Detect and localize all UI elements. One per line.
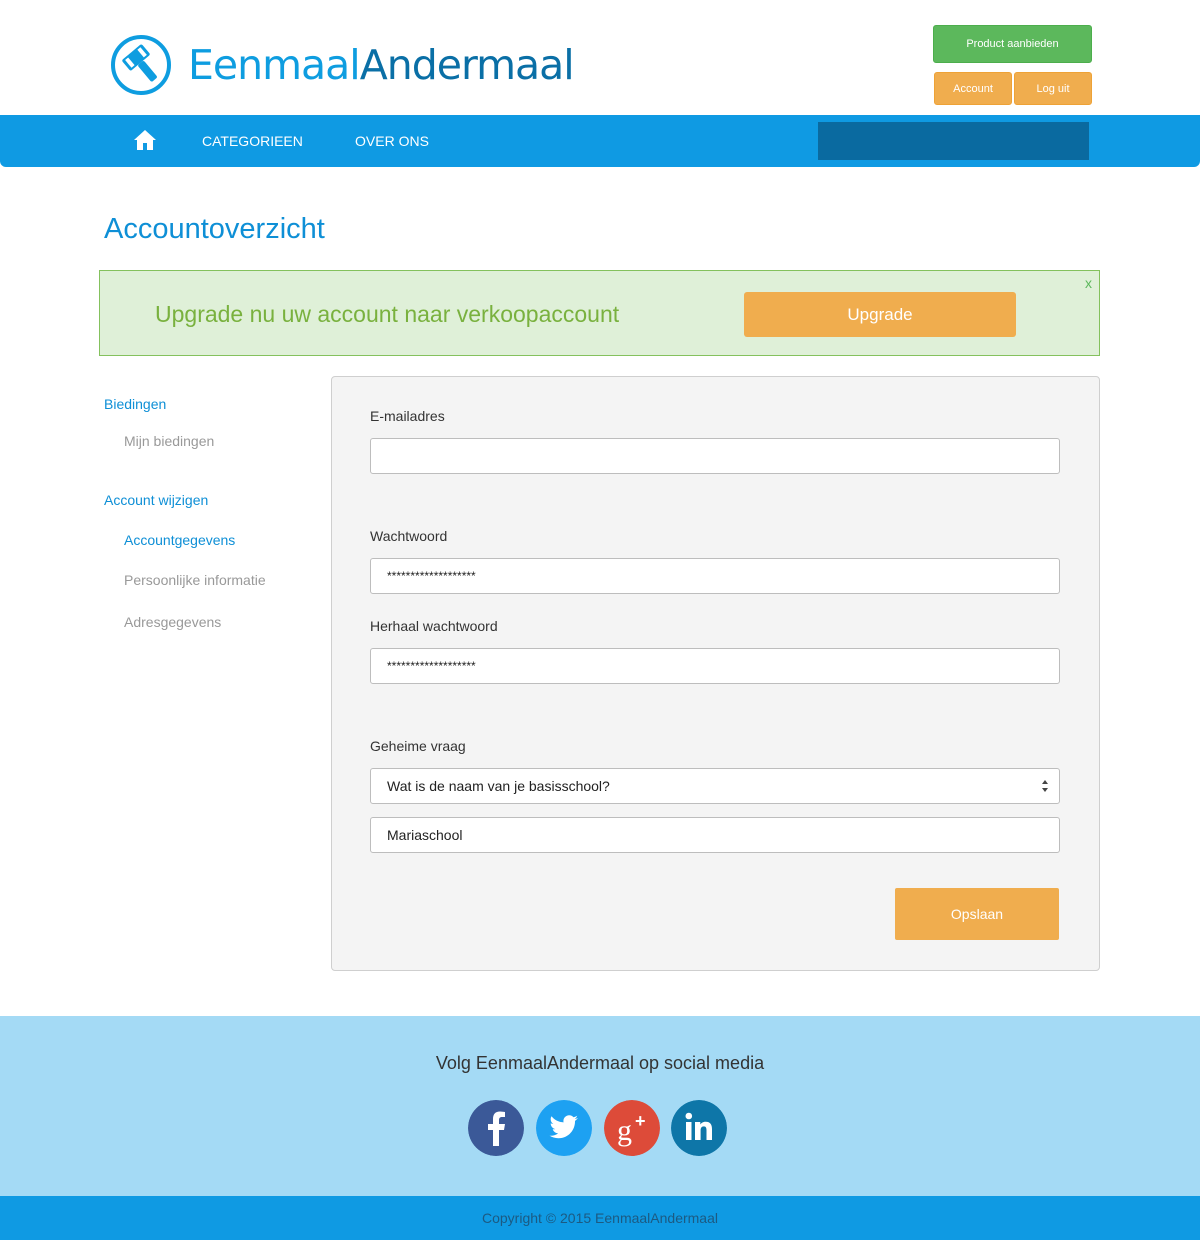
password-field[interactable]: ******************* [370, 558, 1060, 594]
upgrade-banner-text: Upgrade nu uw account naar verkoopaccoun… [155, 301, 620, 327]
home-icon[interactable] [133, 128, 157, 152]
password-label: Wachtwoord [370, 528, 448, 544]
svg-text:+: + [635, 1111, 646, 1131]
sidebar-item-my-bids[interactable]: Mijn biedingen [124, 433, 214, 449]
gavel-logo-icon [111, 35, 171, 95]
nav-about[interactable]: OVER ONS [355, 133, 429, 149]
linkedin-icon[interactable] [671, 1100, 727, 1156]
sidebar-item-account-details[interactable]: Accountgegevens [124, 532, 235, 548]
sidebar-heading-edit-account[interactable]: Account wijzigen [104, 492, 208, 508]
google-plus-icon[interactable]: g + [604, 1100, 660, 1156]
page-title: Accountoverzicht [104, 213, 325, 245]
close-banner-button[interactable]: x [1085, 275, 1092, 291]
upgrade-banner: Upgrade nu uw account naar verkoopaccoun… [99, 270, 1100, 356]
secret-question-select[interactable]: Wat is de naam van je basisschool? [370, 768, 1060, 804]
email-label: E-mailadres [370, 408, 445, 424]
product-offer-button[interactable]: Product aanbieden [933, 25, 1092, 63]
nav-categories[interactable]: CATEGORIEEN [202, 133, 303, 149]
account-button[interactable]: Account [934, 72, 1012, 105]
social-follow-text: Volg EenmaalAndermaal op social media [435, 1053, 765, 1073]
account-form-panel: E-mailadres Wachtwoord *****************… [331, 376, 1100, 971]
twitter-icon[interactable] [536, 1100, 592, 1156]
secret-question-label: Geheime vraag [370, 738, 466, 754]
search-icon[interactable] [1061, 237, 1083, 259]
logout-button[interactable]: Log uit [1014, 72, 1092, 105]
secret-question-value: Wat is de naam van je basisschool? [387, 778, 610, 794]
svg-text:g: g [617, 1114, 632, 1147]
facebook-icon[interactable] [468, 1100, 524, 1156]
repeat-password-label: Herhaal wachtwoord [370, 618, 498, 634]
brand-part1: Eenmaal [188, 40, 361, 89]
repeat-password-field[interactable]: ******************* [370, 648, 1060, 684]
select-arrows-icon [1042, 780, 1048, 792]
upgrade-button[interactable]: Upgrade [744, 292, 1016, 337]
copyright-bar: Copyright © 2015 EenmaalAndermaal [0, 1196, 1200, 1240]
sidebar-heading-bids[interactable]: Biedingen [104, 396, 166, 412]
site-header: EenmaalAndermaal Product aanbieden Accou… [0, 0, 1200, 115]
brand-part2: Andermaal [359, 40, 575, 89]
secret-answer-field[interactable]: Mariaschool [370, 817, 1060, 853]
brand-name: EenmaalAndermaal [188, 44, 575, 86]
sidebar-item-personal-info[interactable]: Persoonlijke informatie [124, 572, 266, 588]
main-nav: CATEGORIEEN OVER ONS [0, 115, 1200, 259]
site-footer: Volg EenmaalAndermaal op social media g … [0, 1016, 1200, 1196]
email-field[interactable] [370, 438, 1060, 474]
site-logo[interactable]: EenmaalAndermaal [110, 34, 575, 96]
search-input[interactable] [818, 122, 1089, 160]
copyright-text: Copyright © 2015 EenmaalAndermaal [481, 1210, 718, 1226]
save-button[interactable]: Opslaan [895, 888, 1059, 940]
sidebar-item-address[interactable]: Adresgegevens [124, 614, 221, 630]
